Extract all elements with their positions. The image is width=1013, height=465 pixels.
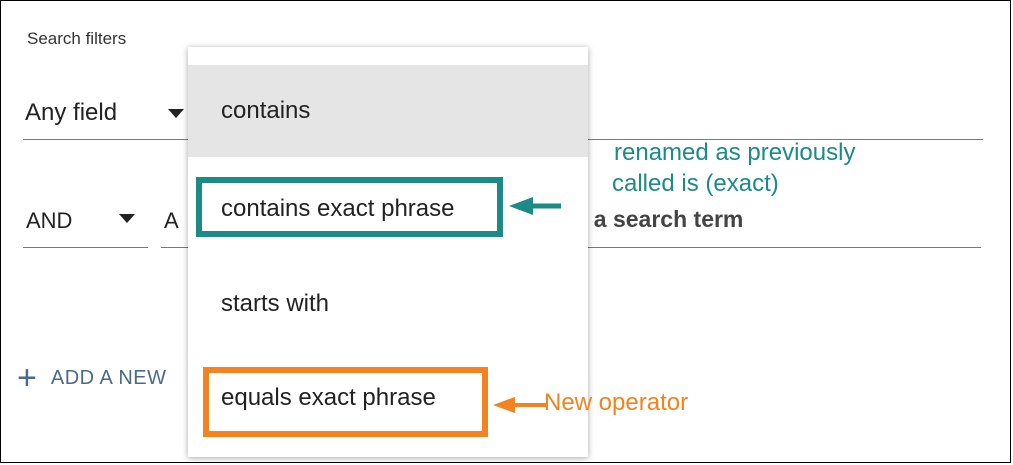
annotation-renamed-line1: renamed as previously <box>614 139 856 166</box>
search-filters-panel: Search filters Any field AND A ter a sea… <box>0 0 1011 463</box>
annotation-arrows <box>493 197 561 413</box>
annotation-renamed: renamed as previously called is (exact) <box>612 137 856 199</box>
annotation-renamed-line2: called is (exact) <box>612 170 779 197</box>
annotation-new-operator: New operator <box>544 389 689 416</box>
orange-arrow-head <box>493 397 515 413</box>
teal-arrow-head <box>509 197 533 215</box>
